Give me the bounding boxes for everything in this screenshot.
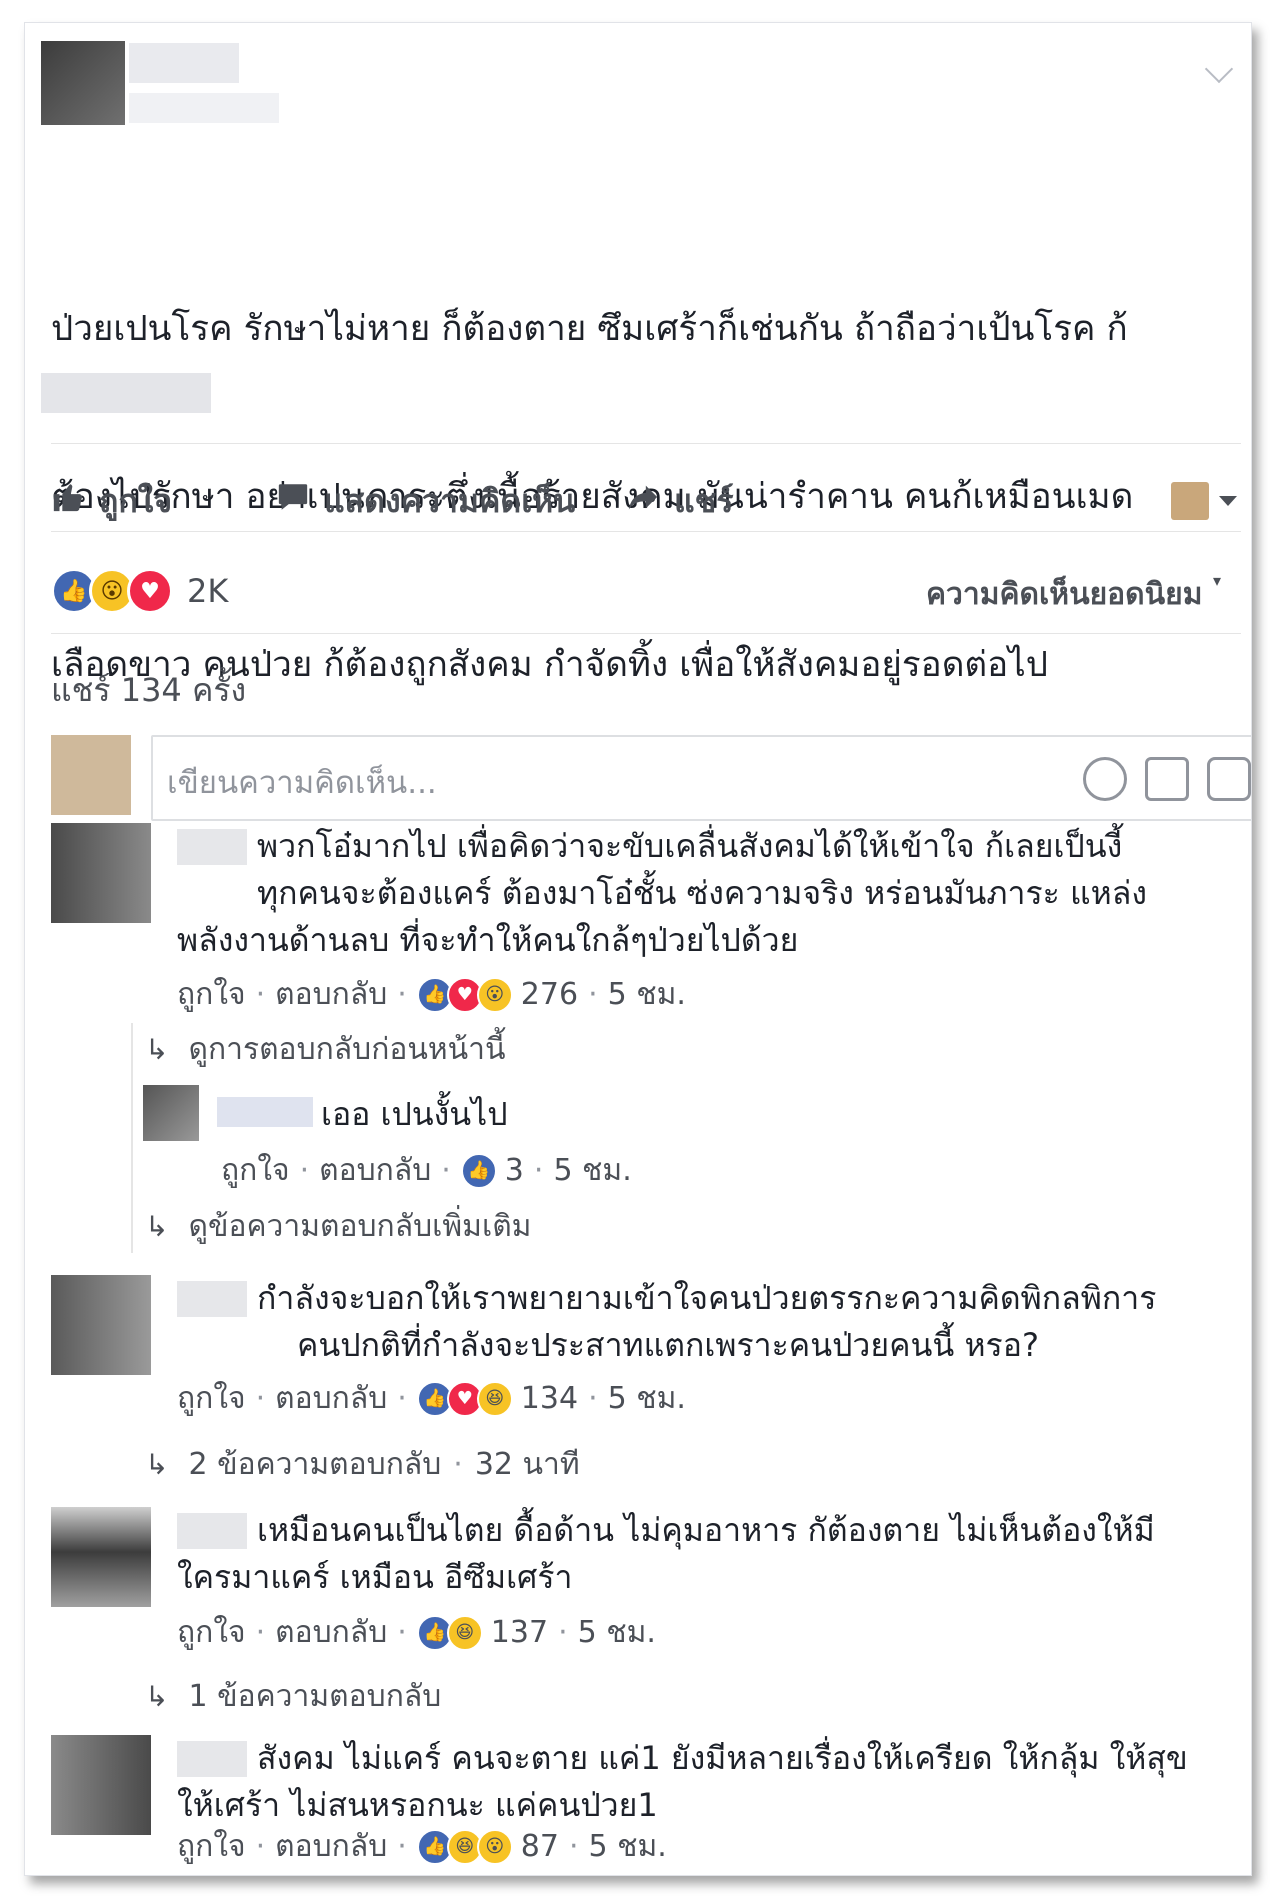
reply-like-link[interactable]: ถูกใจ <box>221 1147 290 1194</box>
comment-meta: ถูกใจ · ตอบกลับ · 👍 😆 😮 87 · 5 ชม. <box>177 1823 667 1870</box>
comment-reply-link[interactable]: ตอบกลับ <box>275 971 387 1018</box>
reaction-count[interactable]: 3 <box>505 1153 524 1188</box>
comment-line: คนปกติที่กำลังจะประสาทแตกเพราะคนป่วยคนนี… <box>297 1326 1039 1364</box>
comment-line: เหมือนคนเป็นไตย ดื้อด้าน ไม่คุมอาหาร กัต… <box>257 1511 1155 1549</box>
comment-like-link[interactable]: ถูกใจ <box>177 1823 246 1870</box>
comment-reply-link[interactable]: ตอบกลับ <box>275 1375 387 1422</box>
wow-reaction-icon: 😮 <box>476 1828 513 1865</box>
post-line: ป่วยเปนโรค รักษาไม่หาย ก็ต้องตาย ซึมเศร้… <box>51 309 1128 349</box>
reaction-count[interactable]: 276 <box>521 977 578 1012</box>
reply-time[interactable]: 5 ชม. <box>553 1147 631 1194</box>
post-time-blurred <box>129 93 279 123</box>
reaction-count[interactable]: 137 <box>491 1615 548 1650</box>
comment-line: ให้เศร้า ไม่สนหรอกนะ แค่คนป่วย1 <box>177 1786 658 1824</box>
reaction-count[interactable]: 87 <box>521 1829 559 1864</box>
reaction-summary[interactable]: 👍 😮 ♥ 2K <box>51 566 228 616</box>
comment-like-link[interactable]: ถูกใจ <box>177 971 246 1018</box>
comment-line: ทุกคนจะต้องแคร์ ต้องมาโอ๋ชั้น ซ่งความจริ… <box>257 874 1147 912</box>
avatar[interactable] <box>51 1735 151 1835</box>
caret-down-icon: ▾ <box>1212 571 1221 590</box>
divider <box>51 633 1241 634</box>
audience-selector[interactable] <box>1171 471 1237 531</box>
comment-time[interactable]: 5 ชม. <box>578 1609 656 1656</box>
reply-thread-line <box>131 1023 133 1253</box>
comment-text: เหมือนคนเป็นไตย ดื้อด้าน ไม่คุมอาหาร กัต… <box>177 1507 1237 1601</box>
share-arrow-icon <box>626 480 660 522</box>
comment-text: พวกโอ๋มากไป เพื่อคิดว่าจะขับเคลื่นสังคมไ… <box>177 823 1237 964</box>
love-reaction-icon: ♥ <box>127 568 173 614</box>
comment-text: กำลังจะบอกให้เราพยายามเข้าใจคนป่วยตรรกะค… <box>177 1275 1237 1369</box>
comment-like-link[interactable]: ถูกใจ <box>177 1375 246 1422</box>
chevron-down-icon[interactable] <box>1204 54 1234 84</box>
comment-line: ใครมาแคร์ เหมือน อีซึมเศร้า <box>177 1558 573 1596</box>
speech-bubble-icon <box>276 480 310 522</box>
user-avatar-small <box>1171 482 1209 520</box>
comment-meta: ถูกใจ · ตอบกลับ · 👍 ♥ 😆 134 · 5 ชม. <box>177 1375 686 1422</box>
comment-placeholder: เขียนความคิดเห็น... <box>167 765 437 801</box>
replier-name-blurred[interactable] <box>217 1097 313 1127</box>
post-card: ป่วยเปนโรค รักษาไม่หาย ก็ต้องตาย ซึมเศร้… <box>24 22 1252 1876</box>
reply-arrow-icon: ↳ <box>145 1033 169 1066</box>
like-button[interactable]: ถูกใจ <box>51 471 172 531</box>
author-avatar[interactable] <box>41 41 125 125</box>
reply-reply-link[interactable]: ตอบกลับ <box>319 1147 431 1194</box>
avatar[interactable] <box>51 823 151 923</box>
comment-line: กำลังจะบอกให้เราพยายามเข้าใจคนป่วยตรรกะค… <box>257 1279 1157 1317</box>
camera-icon[interactable] <box>1145 757 1189 801</box>
view-replies[interactable]: ↳ 1 ข้อความตอบกลับ <box>145 1673 441 1720</box>
sticker-icon[interactable] <box>1207 757 1251 801</box>
reply-arrow-icon: ↳ <box>145 1448 169 1481</box>
avatar[interactable] <box>143 1085 199 1141</box>
action-bar: ถูกใจ แสดงความคิดเห็น แชร์ <box>51 471 1237 531</box>
reply-arrow-icon: ↳ <box>145 1680 169 1713</box>
divider <box>51 443 1241 444</box>
haha-reaction-icon: 😆 <box>446 1614 483 1651</box>
comment-line: พวกโอ๋มากไป เพื่อคิดว่าจะขับเคลื่นสังคมไ… <box>257 827 1123 865</box>
comment-time[interactable]: 5 ชม. <box>608 1375 686 1422</box>
author-name-blurred[interactable] <box>129 43 239 83</box>
comment-button[interactable]: แสดงความคิดเห็น <box>276 471 575 531</box>
divider <box>51 531 1241 532</box>
reply-meta: ถูกใจ · ตอบกลับ · 👍 3 · 5 ชม. <box>221 1147 632 1194</box>
reply-arrow-icon: ↳ <box>145 1210 169 1243</box>
reply-text: เออ เปนงั้นไป <box>321 1095 508 1133</box>
comment-meta: ถูกใจ · ตอบกลับ · 👍 ♥ 😮 276 · 5 ชม. <box>177 971 686 1018</box>
thumbs-up-icon <box>51 480 85 522</box>
comment-line: สังคม ไม่แคร์ คนจะตาย แค่1 ยังมีหลายเรื่… <box>257 1739 1188 1777</box>
comment-line: พลังงานด้านลบ ที่จะทำให้คนใกล้ๆป่วยไปด้ว… <box>177 921 799 959</box>
avatar[interactable] <box>51 1275 151 1375</box>
haha-reaction-icon: 😆 <box>476 1380 513 1417</box>
like-reaction-icon: 👍 <box>460 1152 497 1189</box>
comment-reply-link[interactable]: ตอบกลับ <box>275 1823 387 1870</box>
avatar <box>51 735 131 815</box>
comment-reply-link[interactable]: ตอบกลับ <box>275 1609 387 1656</box>
share-button[interactable]: แชร์ <box>626 471 734 531</box>
top-comments-filter[interactable]: ความคิดเห็นยอดนิยม ▾ <box>926 571 1221 618</box>
wow-reaction-icon: 😮 <box>476 976 513 1013</box>
post-footer-blurred <box>41 373 211 413</box>
share-count[interactable]: แชร์ 134 ครั้ง <box>51 665 246 716</box>
comment-text: สังคม ไม่แคร์ คนจะตาย แค่1 ยังมีหลายเรื่… <box>177 1735 1237 1829</box>
comment-meta: ถูกใจ · ตอบกลับ · 👍 😆 137 · 5 ชม. <box>177 1609 656 1656</box>
caret-down-icon <box>1219 496 1237 506</box>
reaction-count: 2K <box>187 572 229 610</box>
comment-like-link[interactable]: ถูกใจ <box>177 1609 246 1656</box>
emoji-icon[interactable] <box>1083 757 1127 801</box>
view-replies[interactable]: ↳ 2 ข้อความตอบกลับ · 32 นาที <box>145 1441 580 1488</box>
comment-time[interactable]: 5 ชม. <box>608 971 686 1018</box>
view-more-replies[interactable]: ↳ ดูข้อความตอบกลับเพิ่มเติม <box>145 1203 531 1250</box>
comment-input[interactable]: เขียนความคิดเห็น... <box>151 735 1251 821</box>
view-previous-replies[interactable]: ↳ ดูการตอบกลับก่อนหน้านี้ <box>145 1026 506 1073</box>
reaction-count[interactable]: 134 <box>521 1381 578 1416</box>
comment-time[interactable]: 5 ชม. <box>589 1823 667 1870</box>
avatar[interactable] <box>51 1507 151 1607</box>
